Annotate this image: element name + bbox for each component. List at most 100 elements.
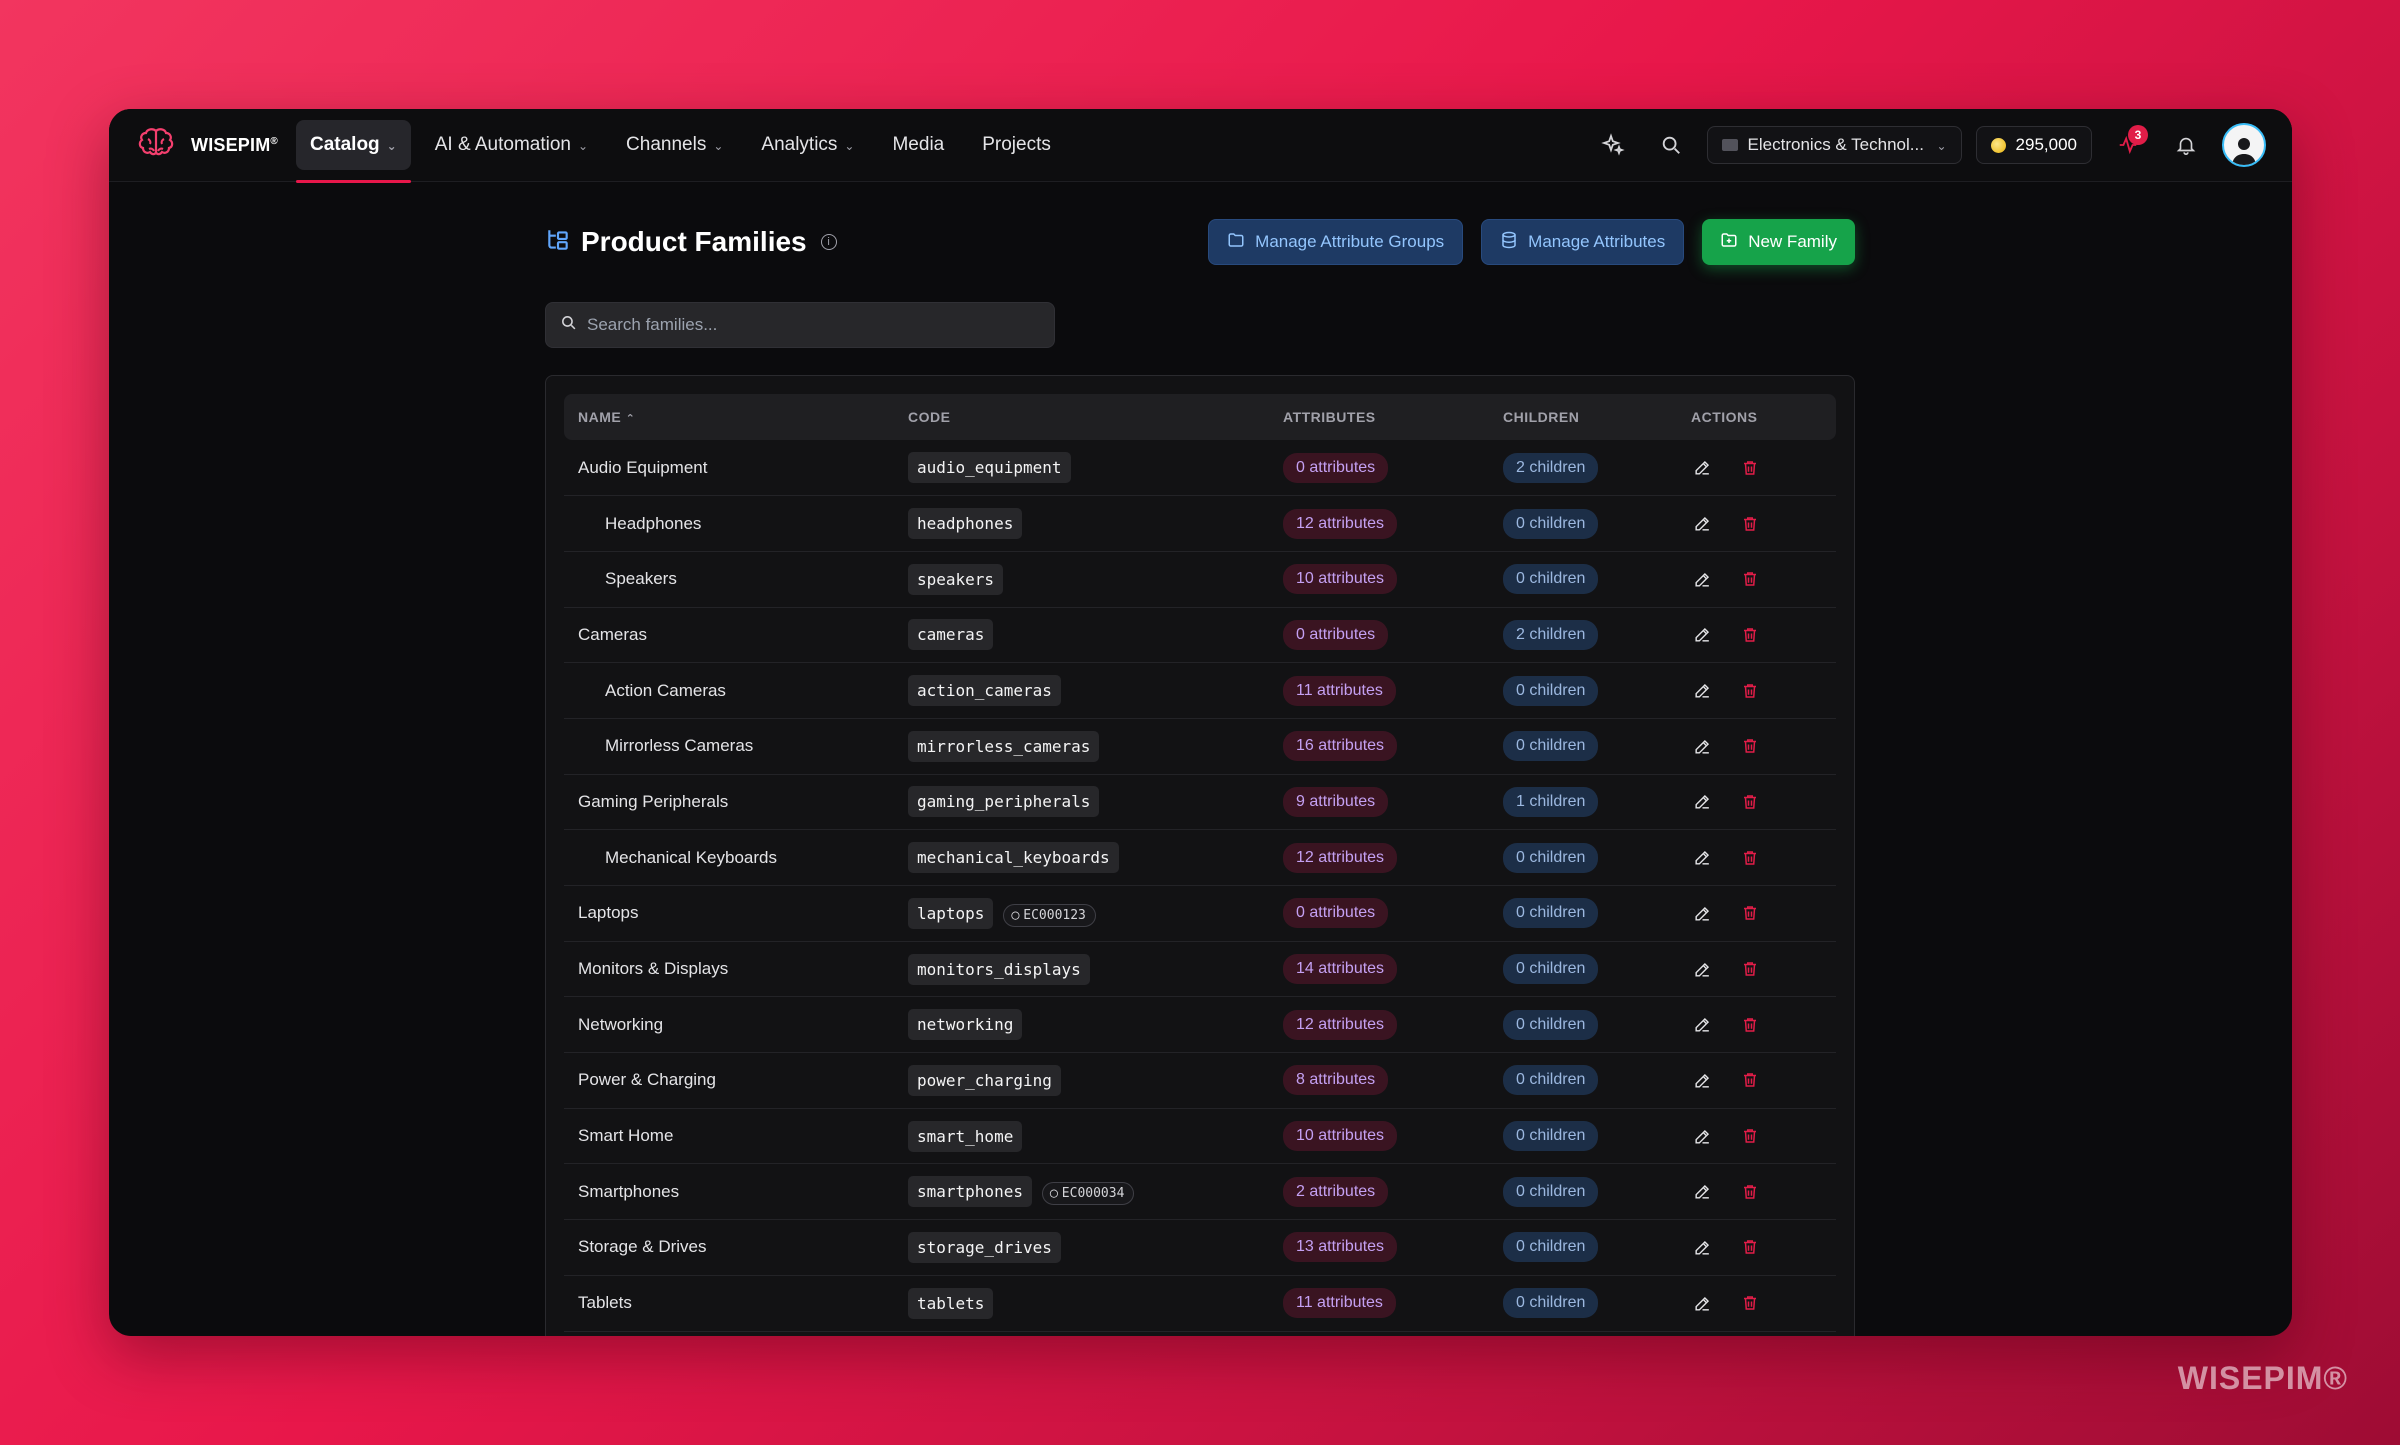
children-cell: 0 children: [1489, 551, 1677, 608]
search-families-input[interactable]: Search families...: [545, 302, 1055, 348]
nav-catalog[interactable]: Catalog ⌄: [295, 120, 411, 183]
children-cell: 0 children: [1489, 1108, 1677, 1165]
table-row[interactable]: Audio Equipment audio_equipment 0 attribut…: [564, 440, 1836, 497]
delete-trash-icon[interactable]: [1739, 624, 1761, 646]
search-icon[interactable]: [1649, 123, 1693, 167]
chevron-down-icon: ⌄: [577, 139, 589, 153]
family-code: cameras: [908, 619, 994, 651]
attributes-cell: 11 attributes: [1269, 662, 1489, 719]
column-header-name[interactable]: NAME ⌃: [564, 394, 894, 440]
table-row[interactable]: Storage & Drives storage_drives 13 attribu…: [564, 1219, 1836, 1276]
attributes-cell: 12 attributes: [1269, 495, 1489, 552]
table-row[interactable]: Speakers speakers 10 attributes 0 children: [564, 551, 1836, 608]
nav-media[interactable]: Media: [878, 120, 958, 170]
edit-pencil-icon[interactable]: [1691, 791, 1713, 813]
delete-trash-icon[interactable]: [1739, 1181, 1761, 1203]
edit-pencil-icon[interactable]: [1691, 568, 1713, 590]
edit-pencil-icon[interactable]: [1691, 624, 1713, 646]
nav-channels[interactable]: Channels ⌄: [612, 120, 737, 170]
table-row[interactable]: Networking networking 12 attributes 0 child…: [564, 996, 1836, 1054]
attributes-cell: 16 attributes: [1269, 718, 1489, 775]
table-row[interactable]: Gaming Peripherals gaming_peripherals 9 at…: [564, 774, 1836, 831]
table-row[interactable]: Tablets tablets 11 attributes 0 children: [564, 1275, 1836, 1332]
delete-trash-icon[interactable]: [1739, 902, 1761, 924]
family-code-cell: storage_drives: [894, 1219, 1269, 1276]
new-family-button[interactable]: New Family: [1702, 219, 1855, 265]
attributes-count-badge: 11 attributes: [1283, 1288, 1396, 1319]
activity-button[interactable]: 3: [2106, 123, 2150, 167]
family-code-cell: cameras: [894, 607, 1269, 664]
delete-trash-icon[interactable]: [1739, 791, 1761, 813]
table-row[interactable]: Laptops laptops ◯ EC000123 0 attributes 0 chi…: [564, 885, 1836, 942]
delete-trash-icon[interactable]: [1739, 513, 1761, 535]
family-name: Gaming Peripherals: [564, 774, 894, 831]
children-count-badge: 0 children: [1503, 675, 1599, 706]
edit-pencil-icon[interactable]: [1691, 902, 1713, 924]
edit-pencil-icon[interactable]: [1691, 958, 1713, 980]
delete-trash-icon[interactable]: [1739, 457, 1761, 479]
table-row[interactable]: Power & Charging power_charging 8 attribut…: [564, 1052, 1836, 1109]
edit-pencil-icon[interactable]: [1691, 1292, 1713, 1314]
actions-cell: [1677, 662, 1836, 719]
edit-pencil-icon[interactable]: [1691, 680, 1713, 702]
info-icon[interactable]: i: [820, 234, 837, 250]
delete-trash-icon[interactable]: [1739, 680, 1761, 702]
children-cell: 2 children: [1489, 440, 1677, 497]
delete-trash-icon[interactable]: [1739, 1236, 1761, 1258]
bell-icon[interactable]: [2164, 123, 2208, 167]
children-count-badge: 0 children: [1503, 564, 1599, 595]
delete-trash-icon[interactable]: [1739, 1292, 1761, 1314]
brand-name: WISEPIM®: [191, 134, 278, 155]
edit-pencil-icon[interactable]: [1691, 1069, 1713, 1091]
attributes-cell: 12 attributes: [1269, 996, 1489, 1054]
edit-pencil-icon[interactable]: [1691, 1181, 1713, 1203]
delete-trash-icon[interactable]: [1739, 568, 1761, 590]
credits-balance[interactable]: 295,000: [1975, 126, 2092, 164]
attributes-count-badge: 0 attributes: [1283, 898, 1389, 929]
table-row[interactable]: Smart Home smart_home 10 attributes 0 child…: [564, 1108, 1836, 1165]
family-name: Monitors & Displays: [564, 941, 894, 998]
table-row[interactable]: Monitors & Displays monitors_displays 14 a…: [564, 941, 1836, 998]
manage-attribute-groups-button[interactable]: Manage Attribute Groups: [1208, 219, 1464, 265]
brand-logo[interactable]: WISEPIM®: [135, 124, 278, 166]
flag-icon: [1721, 139, 1738, 151]
column-header-actions: ACTIONS: [1691, 409, 1758, 425]
delete-trash-icon[interactable]: [1739, 958, 1761, 980]
user-avatar[interactable]: [2222, 123, 2266, 167]
nav-ai-automation[interactable]: AI & Automation ⌄: [421, 120, 602, 170]
children-cell: 0 children: [1489, 718, 1677, 775]
delete-trash-icon[interactable]: [1739, 1069, 1761, 1091]
store-selector[interactable]: Electronics & Technol... ⌄: [1706, 126, 1962, 164]
ai-sparkle-icon[interactable]: [1591, 123, 1635, 167]
attributes-count-badge: 8 attributes: [1283, 1065, 1389, 1096]
actions-cell: [1677, 829, 1836, 886]
nav-projects[interactable]: Projects: [968, 120, 1065, 170]
edit-pencil-icon[interactable]: [1691, 457, 1713, 479]
edit-pencil-icon[interactable]: [1691, 847, 1713, 869]
delete-trash-icon[interactable]: [1739, 847, 1761, 869]
edit-pencil-icon[interactable]: [1691, 735, 1713, 757]
table-row[interactable]: Smartphones smartphones ◯ EC000034 2 attribu…: [564, 1163, 1836, 1221]
nav-analytics[interactable]: Analytics ⌄: [747, 120, 868, 170]
delete-trash-icon[interactable]: [1739, 1125, 1761, 1147]
manage-attributes-button[interactable]: Manage Attributes: [1481, 219, 1685, 265]
table-row[interactable]: Mirrorless Cameras mirrorless_cameras 16 a…: [564, 718, 1836, 775]
edit-pencil-icon[interactable]: [1691, 1014, 1713, 1036]
children-cell: 0 children: [1489, 1052, 1677, 1109]
actions-cell: [1677, 551, 1836, 608]
edit-pencil-icon[interactable]: [1691, 1236, 1713, 1258]
children-count-badge: 0 children: [1503, 954, 1599, 985]
table-row[interactable]: Action Cameras action_cameras 11 attribute…: [564, 662, 1836, 719]
delete-trash-icon[interactable]: [1739, 1014, 1761, 1036]
table-row[interactable]: Cameras cameras 0 attributes 2 children: [564, 607, 1836, 664]
children-count-badge: 0 children: [1503, 1288, 1599, 1319]
delete-trash-icon[interactable]: [1739, 735, 1761, 757]
edit-pencil-icon[interactable]: [1691, 513, 1713, 535]
family-code: power_charging: [908, 1064, 1061, 1096]
eclass-badge: ◯ EC000123: [1003, 903, 1096, 927]
table-row[interactable]: Mechanical Keyboards mechanical_keyboards…: [564, 829, 1836, 886]
children-cell: 0 children: [1489, 662, 1677, 719]
table-row[interactable]: Headphones headphones 12 attributes 0 child…: [564, 495, 1836, 552]
edit-pencil-icon[interactable]: [1691, 1125, 1713, 1147]
family-code-cell: smart_home: [894, 1108, 1269, 1165]
